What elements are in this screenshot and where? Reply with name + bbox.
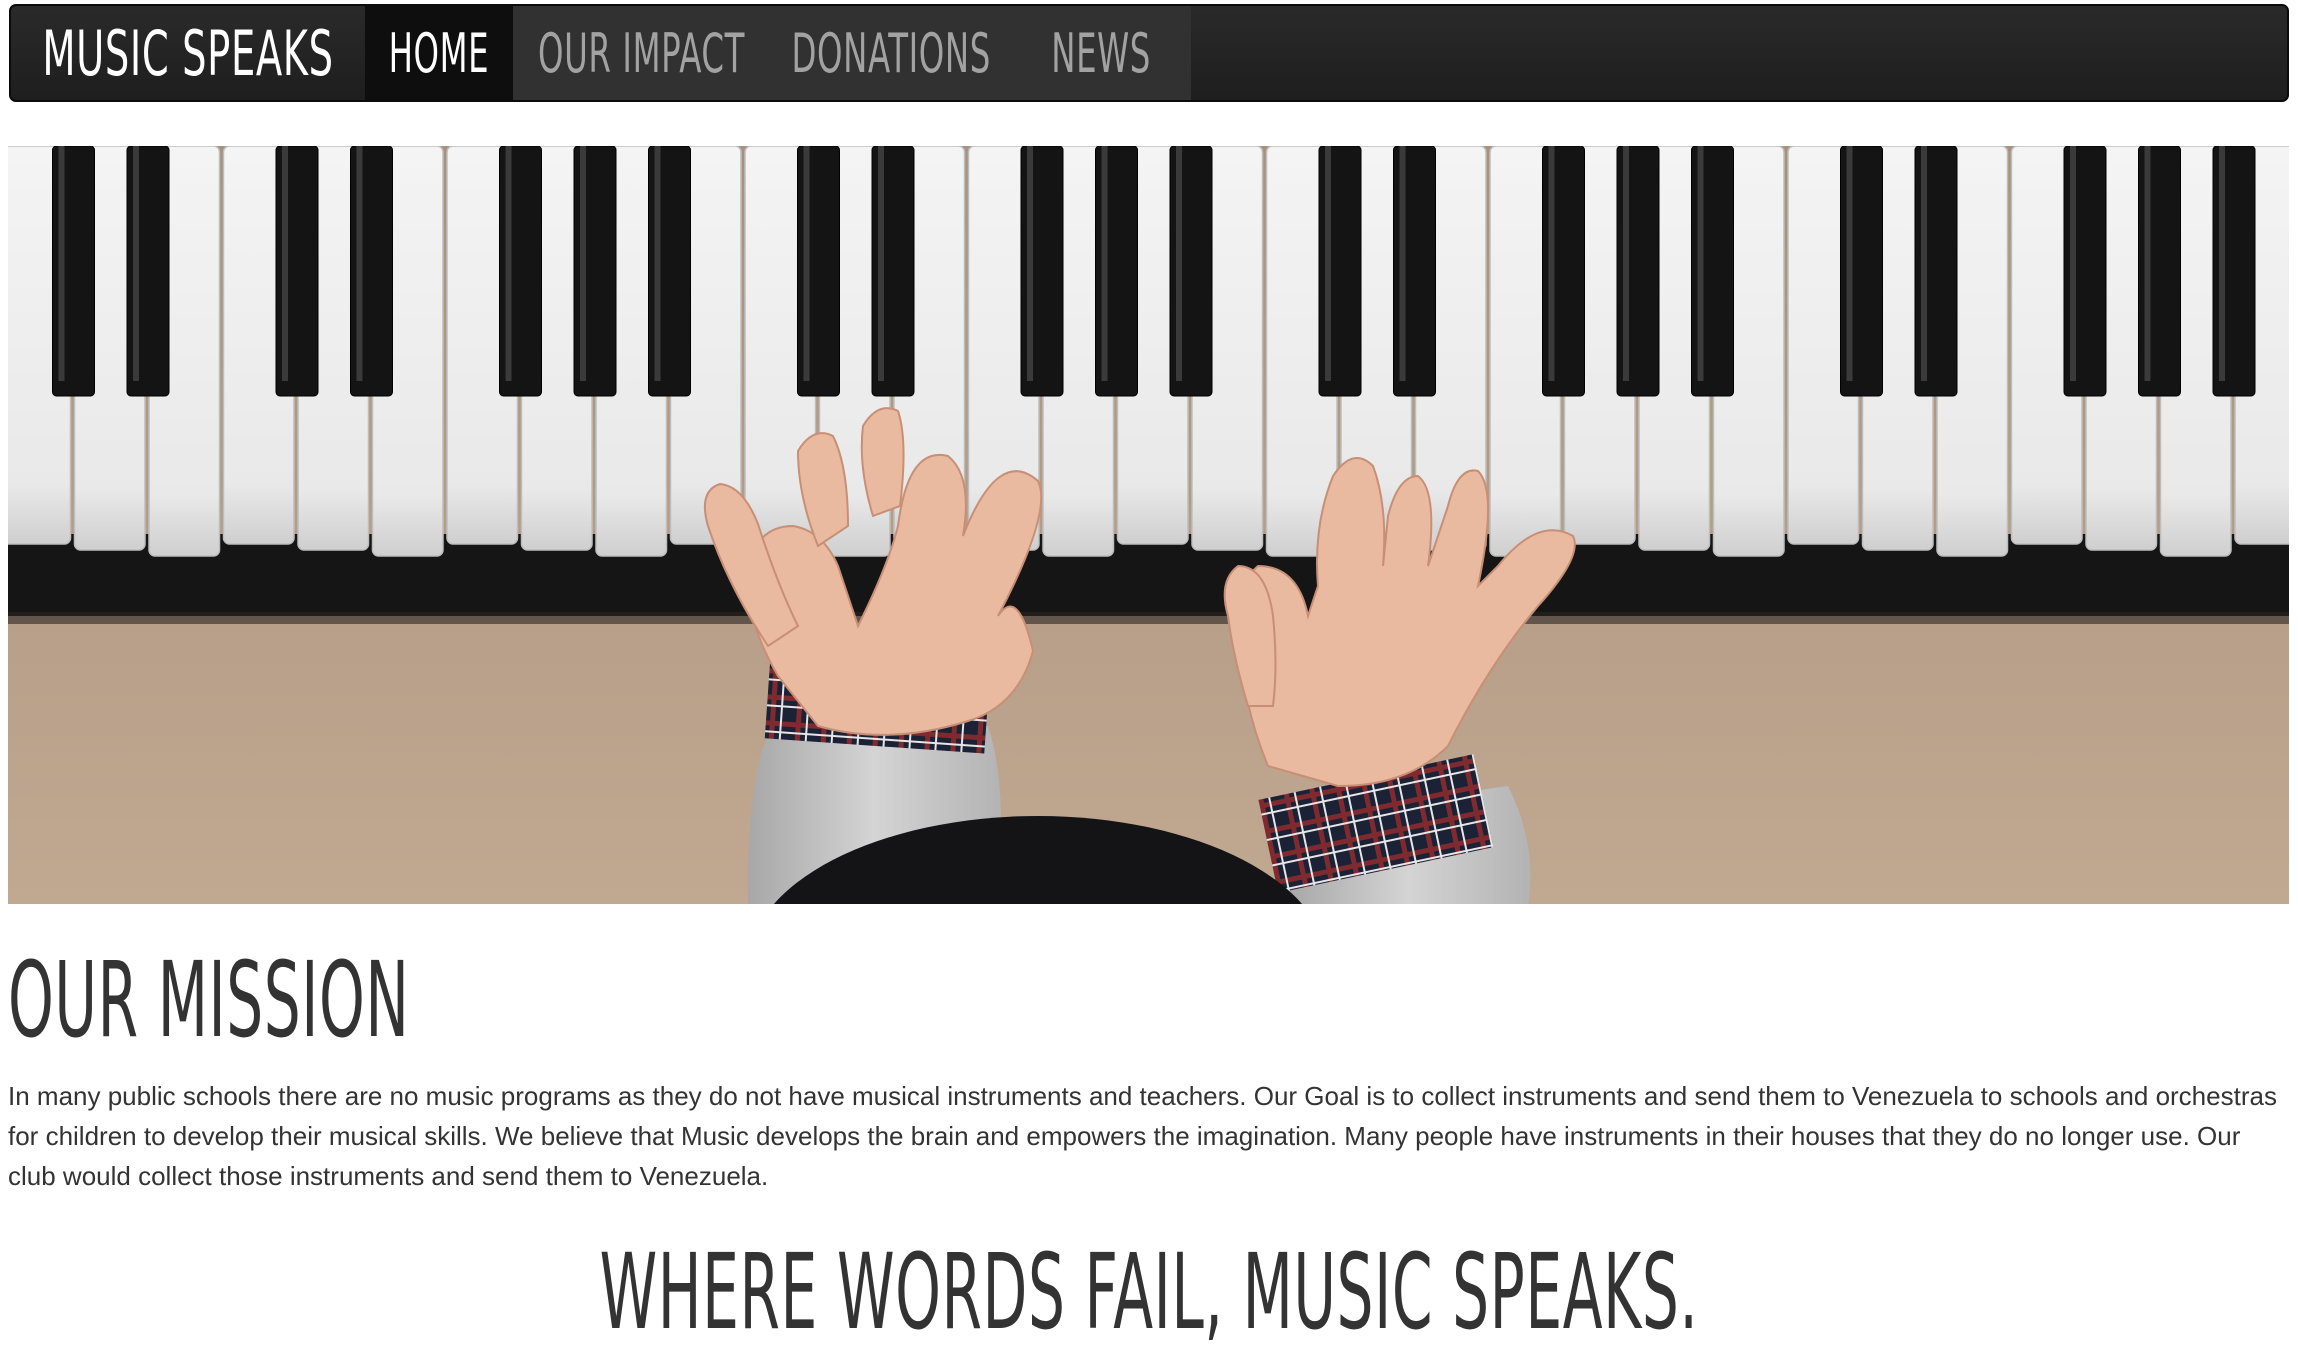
piano-hands-illustration [8, 146, 2289, 904]
black-key-highlight [654, 146, 661, 381]
black-key-highlight [1399, 146, 1406, 381]
brand-logo[interactable]: Music Speaks [42, 6, 333, 100]
black-key-highlight [282, 146, 288, 381]
black-key-highlight [1325, 146, 1331, 381]
nav-item-donations-label: Donations [791, 21, 991, 85]
tagline-heading: Where words fail, music speaks. [0, 1240, 2298, 1344]
nav-links: Home Our Impact Donations News [365, 6, 1191, 100]
black-key-highlight [580, 146, 586, 381]
black-key-highlight [1623, 146, 1629, 381]
black-key-highlight [803, 146, 810, 381]
black-key-highlight [1101, 146, 1108, 381]
black-key-highlight [356, 146, 363, 381]
black-key-highlight [878, 146, 884, 381]
black-key-highlight [2219, 146, 2225, 381]
nav-item-home[interactable]: Home [365, 6, 513, 100]
black-key-highlight [2070, 146, 2076, 381]
nav-item-donations[interactable]: Donations [771, 6, 1011, 100]
hero-image [8, 146, 2289, 904]
black-key-highlight [1176, 146, 1182, 381]
black-key-highlight [1921, 146, 1927, 381]
nav-item-our-impact[interactable]: Our Impact [513, 6, 771, 100]
nav-item-our-impact-label: Our Impact [538, 21, 746, 85]
black-key-highlight [505, 146, 512, 381]
black-key-highlight [1846, 146, 1853, 381]
black-key-highlight [133, 146, 139, 381]
nav-item-news-label: News [1051, 21, 1151, 85]
nav-item-home-label: Home [388, 21, 490, 85]
top-navbar: Music Speaks Home Our Impact Donations N… [9, 4, 2289, 102]
tagline-text: Where words fail, music speaks. [599, 1231, 1699, 1353]
black-key-highlight [2144, 146, 2151, 381]
black-key-highlight [58, 146, 65, 381]
black-key-highlight [1697, 146, 1704, 381]
mission-paragraph: In many public schools there are no musi… [8, 1081, 2277, 1191]
nav-item-news[interactable]: News [1011, 6, 1191, 100]
black-key-highlight [1027, 146, 1033, 381]
black-key-highlight [1548, 146, 1555, 381]
mission-heading: Our Mission [8, 939, 410, 1061]
